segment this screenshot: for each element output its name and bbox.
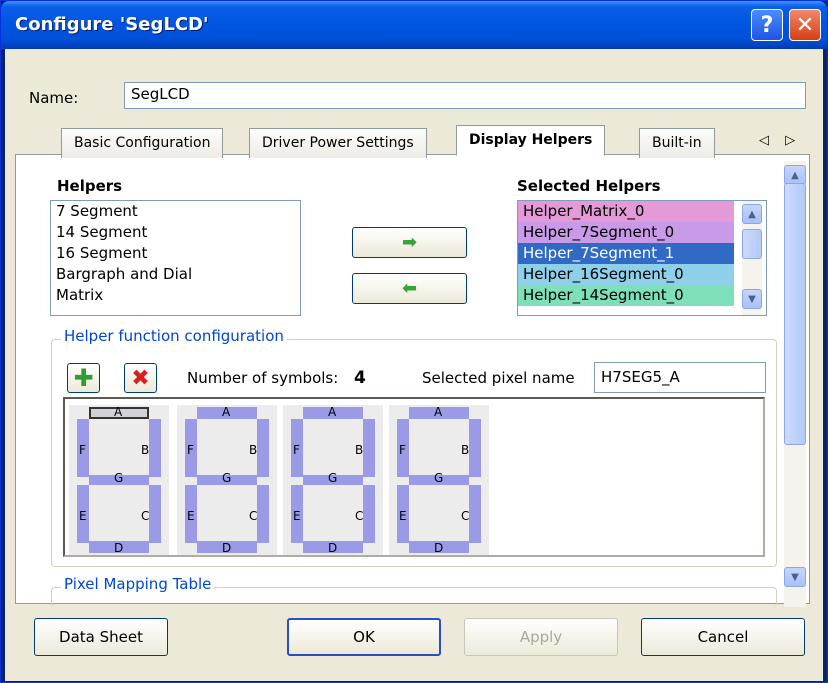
list-item[interactable]: Helper_7Segment_0 <box>518 222 734 243</box>
seven-segment-digit[interactable]: A B C D E F G <box>69 405 169 555</box>
selected-helpers-title: Selected Helpers <box>517 177 661 195</box>
segment-label: A <box>434 405 443 419</box>
main-scrollbar[interactable]: ▲ ▼ <box>784 161 806 607</box>
help-button[interactable]: ? <box>751 9 783 41</box>
list-item[interactable]: Helper_14Segment_0 <box>518 285 734 306</box>
segment-label: D <box>328 541 338 555</box>
segment-label: G <box>114 471 124 485</box>
tab-scroll-arrows[interactable]: ◁ ▷ <box>759 133 801 148</box>
segment-label: C <box>461 509 470 523</box>
configure-dialog: Configure 'SegLCD' ? ✕ Name: SegLCD Basi… <box>0 0 828 683</box>
close-button[interactable]: ✕ <box>789 9 821 41</box>
pixel-mapping-title: Pixel Mapping Table <box>61 575 215 593</box>
cancel-button[interactable]: Cancel <box>641 618 805 656</box>
segment-label: D <box>114 541 124 555</box>
segment-label: A <box>328 405 337 419</box>
list-item[interactable]: 16 Segment <box>51 243 300 264</box>
segment-b[interactable] <box>363 419 375 477</box>
num-symbols-value: 4 <box>354 368 366 388</box>
segment-label: F <box>79 443 86 457</box>
segment-label: C <box>141 509 150 523</box>
scroll-thumb[interactable] <box>742 229 762 259</box>
seven-segment-digit[interactable]: A B C D E F G <box>283 405 383 555</box>
list-item[interactable]: Helper_Matrix_0 <box>518 201 734 222</box>
segment-b[interactable] <box>149 419 161 477</box>
segment-label: E <box>399 509 407 523</box>
segment-label: F <box>293 443 300 457</box>
segment-label: E <box>293 509 301 523</box>
segment-c[interactable] <box>149 485 161 543</box>
helper-config-title: Helper function configuration <box>61 327 287 345</box>
seven-segment-digit[interactable]: A B C D E F G <box>177 405 277 555</box>
segment-label: B <box>249 443 258 457</box>
tab-display-helpers[interactable]: Display Helpers <box>456 125 606 156</box>
selected-pixel-field[interactable]: H7SEG5_A <box>594 362 766 393</box>
segment-label: F <box>399 443 406 457</box>
list-item[interactable]: Matrix <box>51 285 300 306</box>
apply-button: Apply <box>464 618 618 656</box>
add-helper-button[interactable]: ➡ <box>352 227 467 258</box>
scroll-up-icon[interactable]: ▲ <box>784 165 806 185</box>
delete-symbol-button[interactable]: ✖ <box>124 363 157 393</box>
selected-helpers-scrollbar[interactable]: ▲ ▼ <box>742 201 762 315</box>
name-label: Name: <box>29 89 79 107</box>
segment-label: D <box>434 541 444 555</box>
tab-built-in[interactable]: Built-in <box>639 128 715 158</box>
segment-label: E <box>187 509 195 523</box>
scroll-up-icon[interactable]: ▲ <box>742 204 762 224</box>
segment-label: B <box>461 443 470 457</box>
segment-label: B <box>141 443 150 457</box>
list-item[interactable]: Bargraph and Dial <box>51 264 300 285</box>
segment-c[interactable] <box>469 485 481 543</box>
ok-button[interactable]: OK <box>287 618 441 656</box>
segment-label: C <box>249 509 258 523</box>
segment-label: E <box>79 509 87 523</box>
segment-label: B <box>355 443 364 457</box>
delete-x-icon: ✖ <box>131 365 150 391</box>
scroll-down-icon[interactable]: ▼ <box>784 567 806 587</box>
num-symbols-label: Number of symbols: <box>187 369 339 387</box>
title-bar[interactable]: Configure 'SegLCD' ? ✕ <box>1 1 827 49</box>
segment-b[interactable] <box>257 419 269 477</box>
list-item[interactable]: 14 Segment <box>51 222 300 243</box>
selected-helpers-list: Helper_Matrix_0 Helper_7Segment_0 Helper… <box>517 200 767 316</box>
scroll-down-icon[interactable]: ▼ <box>742 289 762 309</box>
list-item[interactable]: 7 Segment <box>51 201 300 222</box>
segment-label: A <box>222 405 231 419</box>
segment-label: F <box>187 443 194 457</box>
segment-label: G <box>434 471 444 485</box>
symbol-canvas: A B C D E F G A B C D E F G A B C D E F G A B C D E F G <box>63 397 765 557</box>
helpers-title: Helpers <box>57 177 123 195</box>
segment-label: D <box>222 541 232 555</box>
selected-pixel-label: Selected pixel name <box>422 369 575 387</box>
seven-segment-digit[interactable]: A B C D E F G <box>389 405 489 555</box>
list-item[interactable]: Helper_16Segment_0 <box>518 264 734 285</box>
segment-label: A <box>114 405 123 419</box>
segment-b[interactable] <box>469 419 481 477</box>
scroll-thumb[interactable] <box>784 183 806 445</box>
segment-label: C <box>355 509 364 523</box>
segment-c[interactable] <box>257 485 269 543</box>
arrow-left-icon: ⬅ <box>401 278 418 299</box>
tab-basic-configuration[interactable]: Basic Configuration <box>61 128 224 158</box>
helpers-list: 7 Segment 14 Segment 16 Segment Bargraph… <box>50 200 301 316</box>
segment-c[interactable] <box>363 485 375 543</box>
window-title: Configure 'SegLCD' <box>15 14 209 35</box>
tab-driver-power-settings[interactable]: Driver Power Settings <box>249 128 427 158</box>
segment-label: G <box>328 471 338 485</box>
data-sheet-button[interactable]: Data Sheet <box>34 618 168 656</box>
segment-label: G <box>222 471 232 485</box>
arrow-right-icon: ➡ <box>401 232 418 253</box>
remove-helper-button[interactable]: ⬅ <box>352 273 467 304</box>
name-field[interactable]: SegLCD <box>124 82 806 109</box>
list-item[interactable]: Helper_7Segment_1 <box>518 243 734 264</box>
plus-icon: ✚ <box>73 364 94 392</box>
add-symbol-button[interactable]: ✚ <box>67 363 100 393</box>
